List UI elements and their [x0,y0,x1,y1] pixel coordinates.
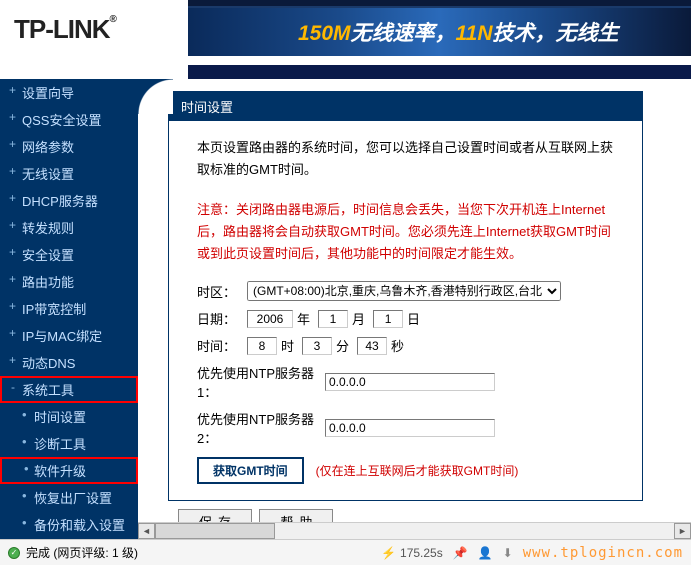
load-time: ⚡175.25s [381,546,443,560]
sidebar-item-wizard[interactable]: 设置向导 [0,79,138,106]
sidebar-item-wireless[interactable]: 无线设置 [0,160,138,187]
header: 150M无线速率，11N技术，无线生 TP-LINK® [0,0,691,79]
ntp2-row: 优先使用NTP服务器2： [197,409,614,447]
content-area: 时间设置 本页设置路由器的系统时间，您可以选择自己设置时间或者从互联网上获取标准… [138,79,691,539]
timezone-row: 时区： (GMT+08:00)北京,重庆,乌鲁木齐,香港特别行政区,台北 [197,281,614,301]
year-input[interactable] [247,310,293,328]
gmt-hint: (仅在连上互联网后才能获取GMT时间) [316,462,519,479]
date-label: 日期： [197,309,247,328]
tz-label: 时区： [197,282,247,301]
banner: 150M无线速率，11N技术，无线生 [188,8,691,56]
ntp1-input[interactable] [325,373,495,391]
ntp1-row: 优先使用NTP服务器1： [197,363,614,401]
month-input[interactable] [318,310,348,328]
down-arrow-icon[interactable]: ⬇ [503,546,513,560]
month-unit: 月 [352,309,365,328]
user-icon[interactable]: 👤 [478,546,493,560]
sidebar-item-routing[interactable]: 路由功能 [0,268,138,295]
time-row: 时间： 时 分 秒 [197,336,614,355]
sidebar-sub-upgrade[interactable]: 软件升级 [0,457,138,484]
ntp1-label: 优先使用NTP服务器1： [197,363,325,401]
time-label: 时间： [197,336,247,355]
corner-decoration [138,79,173,114]
day-unit: 日 [407,309,420,328]
sidebar-sub-diag[interactable]: 诊断工具 [0,430,138,457]
sec-unit: 秒 [391,336,404,355]
check-icon: ✓ [8,547,20,559]
intro-text: 本页设置路由器的系统时间，您可以选择自己设置时间或者从互联网上获取标准的GMT时… [197,137,614,181]
sidebar-item-ddns[interactable]: 动态DNS [0,349,138,376]
year-unit: 年 [297,309,310,328]
date-row: 日期： 年 月 日 [197,309,614,328]
gmt-row: 获取GMT时间 (仅在连上互联网后才能获取GMT时间) [197,457,614,484]
banner-text: 150M无线速率，11N技术，无线生 [298,17,619,47]
sidebar-item-systools[interactable]: 系统工具 [0,376,138,403]
get-gmt-button[interactable]: 获取GMT时间 [197,457,304,484]
horizontal-scrollbar[interactable]: ◄ ► [138,522,691,539]
bolt-icon: ⚡ [381,546,396,560]
watermark-text: www.tplogincn.com [523,545,683,561]
hour-input[interactable] [247,337,277,355]
scroll-left-arrow-icon[interactable]: ◄ [138,523,155,539]
ntp2-input[interactable] [325,419,495,437]
sidebar-item-security[interactable]: 安全设置 [0,241,138,268]
sidebar-item-network[interactable]: 网络参数 [0,133,138,160]
sidebar-item-bandwidth[interactable]: IP带宽控制 [0,295,138,322]
header-stripe [188,65,691,79]
time-settings-panel: 时间设置 本页设置路由器的系统时间，您可以选择自己设置时间或者从互联网上获取标准… [168,91,643,501]
ntp2-label: 优先使用NTP服务器2： [197,409,325,447]
scroll-thumb[interactable] [155,523,275,539]
day-input[interactable] [373,310,403,328]
panel-title: 时间设置 [169,92,642,121]
sidebar[interactable]: 设置向导 QSS安全设置 网络参数 无线设置 DHCP服务器 转发规则 安全设置… [0,79,138,539]
note-text: 注意：关闭路由器电源后，时间信息会丢失，当您下次开机连上Internet后，路由… [197,199,614,265]
hour-unit: 时 [281,336,294,355]
sidebar-sub-backup[interactable]: 备份和载入设置 [0,511,138,538]
sidebar-item-ipmac[interactable]: IP与MAC绑定 [0,322,138,349]
min-unit: 分 [336,336,349,355]
status-text: 完成 (网页评级: 1 级) [26,544,138,561]
brand-logo: TP-LINK® [14,14,116,45]
sidebar-sub-factory[interactable]: 恢复出厂设置 [0,484,138,511]
status-bar: ✓ 完成 (网页评级: 1 级) ⚡175.25s 📌 👤 ⬇ www.tplo… [0,539,691,565]
sidebar-item-qss[interactable]: QSS安全设置 [0,106,138,133]
sidebar-item-forward[interactable]: 转发规则 [0,214,138,241]
scroll-right-arrow-icon[interactable]: ► [674,523,691,539]
timezone-select[interactable]: (GMT+08:00)北京,重庆,乌鲁木齐,香港特别行政区,台北 [247,281,561,301]
sec-input[interactable] [357,337,387,355]
min-input[interactable] [302,337,332,355]
sidebar-item-dhcp[interactable]: DHCP服务器 [0,187,138,214]
sidebar-sub-time[interactable]: 时间设置 [0,403,138,430]
pin-icon[interactable]: 📌 [453,546,468,560]
